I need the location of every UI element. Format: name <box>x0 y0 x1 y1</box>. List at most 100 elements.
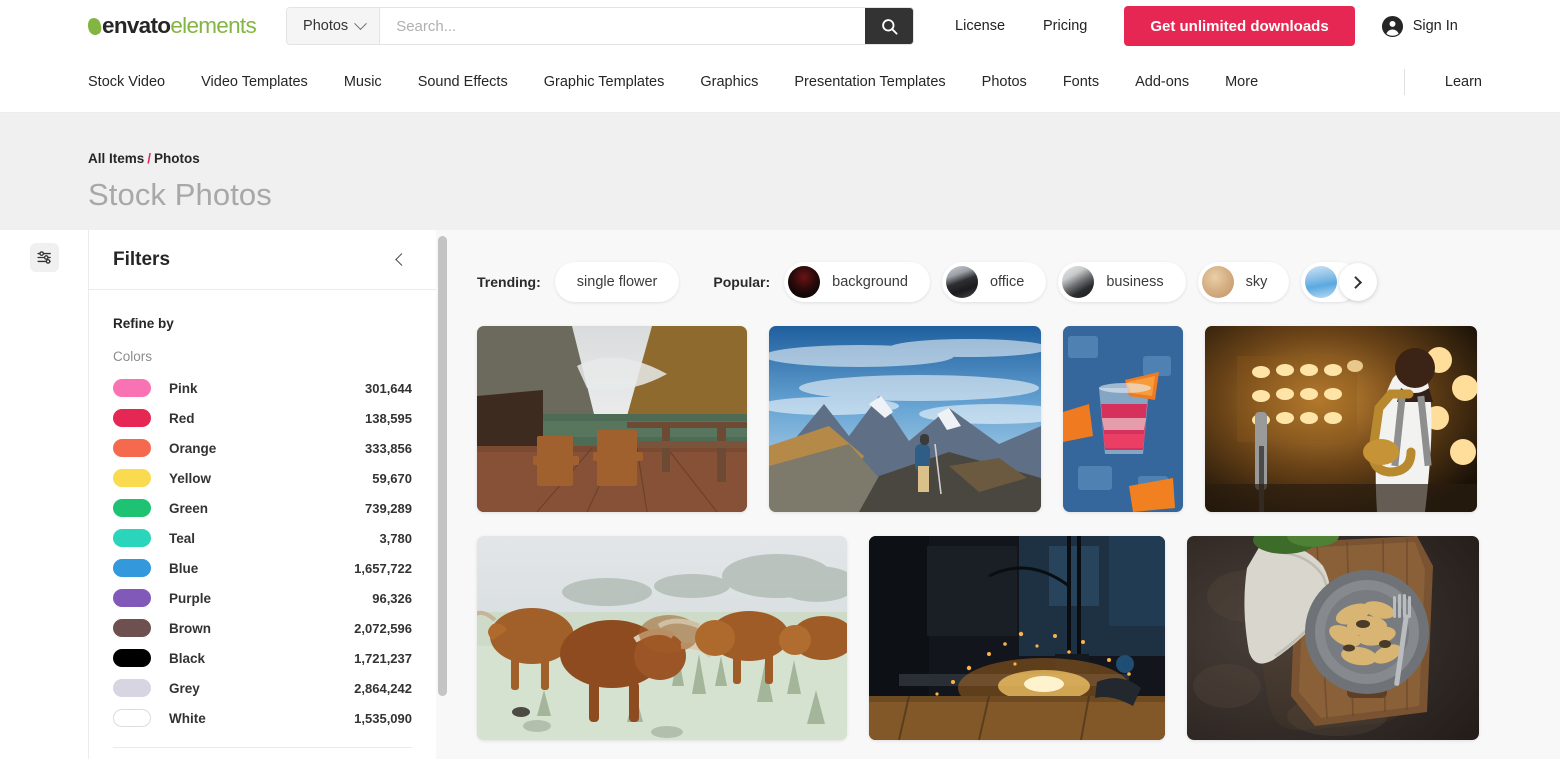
page-title: Stock Photos <box>88 177 272 212</box>
nav-item-fonts[interactable]: Fonts <box>1045 74 1117 90</box>
nav-item-music[interactable]: Music <box>326 74 400 90</box>
logo-brand-text: envato <box>102 13 171 38</box>
color-count: 1,535,090 <box>354 710 412 726</box>
nav-item-add-ons[interactable]: Add-ons <box>1117 74 1207 90</box>
color-count: 301,644 <box>365 380 412 396</box>
color-filter-orange[interactable]: Orange 333,856 <box>113 433 412 463</box>
nav-items: Stock Video Video Templates Music Sound … <box>88 74 1404 90</box>
search-category-label: Photos <box>303 18 349 34</box>
color-name: Yellow <box>169 470 212 486</box>
search-bar: Photos <box>286 7 915 45</box>
page-body: Filters Refine by Colors Pink 301,644 Re… <box>0 230 1560 759</box>
breadcrumb: All Items / Photos <box>88 151 1560 166</box>
breadcrumb-all-items[interactable]: All Items <box>88 151 144 166</box>
color-count: 2,072,596 <box>354 620 412 636</box>
color-filter-pink[interactable]: Pink 301,644 <box>113 373 412 403</box>
nav-item-learn[interactable]: Learn <box>1427 74 1500 90</box>
color-swatch <box>113 409 151 427</box>
filters-sidebar: Filters Refine by Colors Pink 301,644 Re… <box>88 230 436 759</box>
color-filter-white[interactable]: White 1,535,090 <box>113 703 412 733</box>
search-category-dropdown[interactable]: Photos <box>287 8 381 44</box>
sidebar-scroll-thumb[interactable] <box>438 236 447 696</box>
chip-label: single flower <box>576 274 658 290</box>
site-header: envato elements Photos License Pricing G… <box>0 0 1560 52</box>
header-link-license[interactable]: License <box>936 18 1024 34</box>
color-filter-blue[interactable]: Blue 1,657,722 <box>113 553 412 583</box>
result-card-industrial-welding-sparks[interactable] <box>869 536 1165 740</box>
sign-in-button[interactable]: Sign In <box>1381 15 1458 38</box>
color-filter-yellow[interactable]: Yellow 59,670 <box>113 463 412 493</box>
color-name: Purple <box>169 590 212 606</box>
search-submit-button[interactable] <box>865 8 914 44</box>
nav-item-graphic-templates[interactable]: Graphic Templates <box>526 74 683 90</box>
results-main: Trending: single flower Popular: backgro… <box>451 230 1560 759</box>
chip-thumbnail <box>788 266 821 298</box>
get-unlimited-downloads-button[interactable]: Get unlimited downloads <box>1124 6 1355 46</box>
result-card-saxophone-player-stage-lights[interactable] <box>1205 326 1477 512</box>
chip-business[interactable]: business <box>1058 262 1186 302</box>
result-card-hiker-backpack-mountain-ridge[interactable] <box>769 326 1041 512</box>
color-filter-purple[interactable]: Purple 96,326 <box>113 583 412 613</box>
color-filter-teal[interactable]: Teal 3,780 <box>113 523 412 553</box>
search-input[interactable] <box>380 8 866 44</box>
breadcrumb-separator: / <box>147 151 152 166</box>
filters-divider <box>113 747 412 748</box>
chevron-down-icon <box>354 16 368 30</box>
chip-office[interactable]: office <box>941 262 1047 302</box>
color-swatch <box>113 619 151 637</box>
envato-elements-logo[interactable]: envato elements <box>85 13 257 38</box>
color-count: 1,657,722 <box>354 560 412 576</box>
nav-item-photos[interactable]: Photos <box>964 74 1045 90</box>
color-name: Red <box>169 410 195 426</box>
sidebar-scroll-track[interactable] <box>436 230 451 759</box>
thumbnail-image <box>1205 326 1477 512</box>
filters-header: Filters <box>89 230 436 290</box>
nav-item-graphics[interactable]: Graphics <box>682 74 776 90</box>
nav-item-presentation-templates[interactable]: Presentation Templates <box>776 74 963 90</box>
result-card-lake-dock-chairs-autumn-mountains[interactable] <box>477 326 747 512</box>
nav-item-stock-video[interactable]: Stock Video <box>88 74 183 90</box>
color-filter-list: Pink 301,644 Red 138,595 Orange 333,856 … <box>113 373 412 733</box>
nav-item-sound-effects[interactable]: Sound Effects <box>400 74 526 90</box>
color-name: Green <box>169 500 209 516</box>
chip-thumbnail <box>1305 266 1338 298</box>
thumbnail-image <box>1187 536 1479 740</box>
chip-label: sky <box>1245 274 1268 290</box>
color-filter-red[interactable]: Red 138,595 <box>113 403 412 433</box>
chip-sky[interactable]: sky <box>1197 262 1290 302</box>
result-card-highland-cattle-frosty-field[interactable] <box>477 536 847 740</box>
color-count: 3,780 <box>379 530 412 546</box>
chip-background[interactable]: background <box>784 262 930 302</box>
color-name: Pink <box>169 380 198 396</box>
breadcrumb-photos[interactable]: Photos <box>154 151 200 166</box>
color-name: Blue <box>169 560 199 576</box>
color-filter-grey[interactable]: Grey 2,864,242 <box>113 673 412 703</box>
collapse-filters-button[interactable] <box>388 249 410 271</box>
thumbnail-image <box>869 536 1165 740</box>
sign-in-label: Sign In <box>1412 18 1458 34</box>
chevron-right-icon <box>1349 275 1362 289</box>
chip-thumbnail <box>945 266 978 298</box>
filters-title: Filters <box>113 248 171 270</box>
chips-next-button[interactable] <box>1339 263 1378 301</box>
chip-label: office <box>989 274 1025 290</box>
color-name: White <box>169 710 206 726</box>
toggle-filters-button[interactable] <box>29 243 59 272</box>
color-filter-brown[interactable]: Brown 2,072,596 <box>113 613 412 643</box>
sliders-filter-icon <box>36 251 51 264</box>
nav-item-video-templates[interactable]: Video Templates <box>183 74 326 90</box>
thumbnail-image <box>477 326 747 512</box>
thumbnail-image <box>769 326 1041 512</box>
result-card-cocktail-glass-orange-slices[interactable] <box>1063 326 1183 512</box>
leaf-icon <box>85 15 104 37</box>
chip-single-flower[interactable]: single flower <box>554 262 680 302</box>
result-card-pasta-mushrooms-rustic-board[interactable] <box>1187 536 1479 740</box>
color-filter-green[interactable]: Green 739,289 <box>113 493 412 523</box>
color-swatch <box>113 469 151 487</box>
keyword-chips-row: Trending: single flower Popular: backgro… <box>477 262 1560 302</box>
chip-thumbnail <box>1201 266 1234 298</box>
nav-item-more[interactable]: More <box>1207 74 1276 90</box>
color-filter-black[interactable]: Black 1,721,237 <box>113 643 412 673</box>
color-name: Black <box>169 650 206 666</box>
header-link-pricing[interactable]: Pricing <box>1024 18 1106 34</box>
